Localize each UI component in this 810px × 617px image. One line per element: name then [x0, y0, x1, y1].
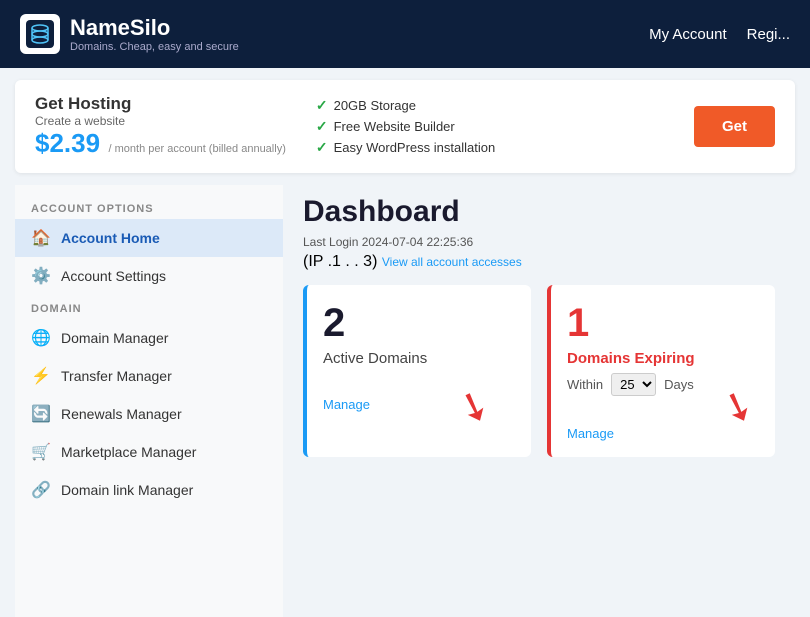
hosting-title: Get Hosting [35, 94, 286, 114]
marketplace-manager-label: Marketplace Manager [61, 444, 196, 460]
dashboard-title: Dashboard [303, 195, 775, 229]
expiring-domains-manage-link[interactable]: Manage [567, 426, 759, 441]
get-hosting-button[interactable]: Get [694, 106, 775, 147]
home-icon: 🏠 [31, 228, 51, 248]
brand-name: NameSilo [70, 15, 239, 41]
link-icon: 🔗 [31, 480, 51, 500]
domain-label: DOMAIN [15, 295, 283, 319]
active-domains-label: Active Domains [323, 350, 515, 367]
within-days-select[interactable]: 25 30 60 90 [611, 373, 656, 396]
sidebar-item-renewals-manager[interactable]: 🔄 Renewals Manager [15, 395, 283, 433]
feature-builder-text: Free Website Builder [334, 119, 455, 134]
sidebar-item-domain-manager[interactable]: 🌐 Domain Manager [15, 319, 283, 357]
tagline: Domains. Cheap, easy and secure [70, 41, 239, 53]
hosting-subtitle: Create a website [35, 114, 286, 128]
check-icon: ✓ [316, 139, 328, 156]
logo-text: NameSilo Domains. Cheap, easy and secure [70, 15, 239, 53]
renewal-icon: 🔄 [31, 404, 51, 424]
sidebar-item-domain-link-manager[interactable]: 🔗 Domain link Manager [15, 471, 283, 509]
transfer-icon: ⚡ [31, 366, 51, 386]
check-icon: ✓ [316, 97, 328, 114]
feature-wordpress: ✓ Easy WordPress installation [316, 139, 664, 156]
header: NameSilo Domains. Cheap, easy and secure… [0, 0, 810, 68]
view-all-accesses-link[interactable]: View all account accesses [382, 255, 522, 269]
gear-icon: ⚙️ [31, 266, 51, 286]
hosting-price-detail: / month per account (billed annually) [109, 143, 286, 155]
feature-wordpress-text: Easy WordPress installation [334, 140, 496, 155]
transfer-manager-label: Transfer Manager [61, 368, 172, 384]
sidebar-item-marketplace-manager[interactable]: 🛒 Marketplace Manager [15, 433, 283, 471]
check-icon: ✓ [316, 118, 328, 135]
hosting-banner: Get Hosting Create a website $2.39 / mon… [15, 80, 795, 173]
register-link[interactable]: Regi... [747, 26, 790, 43]
my-account-link[interactable]: My Account [649, 26, 727, 43]
sidebar-account-settings-label: Account Settings [61, 268, 166, 284]
dashboard-cards: 2 Active Domains ➘ Manage 1 Domains Expi… [303, 285, 775, 457]
domains-expiring-label: Domains Expiring [567, 350, 759, 367]
sidebar: ACCOUNT OPTIONS 🏠 Account Home ⚙️ Accoun… [15, 185, 283, 617]
hosting-left: Get Hosting Create a website $2.39 / mon… [35, 94, 286, 159]
domains-expiring-count: 1 [567, 301, 759, 346]
active-domains-card: 2 Active Domains ➘ Manage [303, 285, 531, 457]
days-label: Days [664, 377, 694, 392]
domains-expiring-card: 1 Domains Expiring Within 25 30 60 90 Da… [547, 285, 775, 457]
last-login-value: 2024-07-04 22:25:36 [362, 235, 473, 249]
ip-info: (IP .1 . . 3) View all account accesses [303, 253, 775, 271]
sidebar-item-account-home[interactable]: 🏠 Account Home [15, 219, 283, 257]
feature-storage: ✓ 20GB Storage [316, 97, 664, 114]
dashboard-content: Dashboard Last Login 2024-07-04 22:25:36… [283, 185, 795, 617]
renewals-manager-label: Renewals Manager [61, 406, 182, 422]
account-options-label: ACCOUNT OPTIONS [15, 195, 283, 219]
last-login-info: Last Login 2024-07-04 22:25:36 [303, 235, 775, 249]
logo-icon [20, 14, 60, 54]
last-login-label: Last Login [303, 235, 358, 249]
feature-storage-text: 20GB Storage [334, 98, 416, 113]
sidebar-item-transfer-manager[interactable]: ⚡ Transfer Manager [15, 357, 283, 395]
within-label: Within [567, 377, 603, 392]
hosting-price: $2.39 [35, 128, 100, 158]
cart-icon: 🛒 [31, 442, 51, 462]
sidebar-item-account-settings[interactable]: ⚙️ Account Settings [15, 257, 283, 295]
header-nav: My Account Regi... [649, 26, 790, 43]
domain-link-manager-label: Domain link Manager [61, 482, 193, 498]
active-domains-count: 2 [323, 301, 515, 346]
domain-manager-label: Domain Manager [61, 330, 168, 346]
hosting-features: ✓ 20GB Storage ✓ Free Website Builder ✓ … [316, 97, 664, 156]
sidebar-account-home-label: Account Home [61, 230, 160, 246]
main-layout: ACCOUNT OPTIONS 🏠 Account Home ⚙️ Accoun… [15, 185, 795, 617]
logo-area: NameSilo Domains. Cheap, easy and secure [20, 14, 239, 54]
feature-builder: ✓ Free Website Builder [316, 118, 664, 135]
globe-icon: 🌐 [31, 328, 51, 348]
arrow-icon: ➘ [452, 382, 497, 431]
ip-partial: (IP .1 . . 3) [303, 253, 377, 270]
